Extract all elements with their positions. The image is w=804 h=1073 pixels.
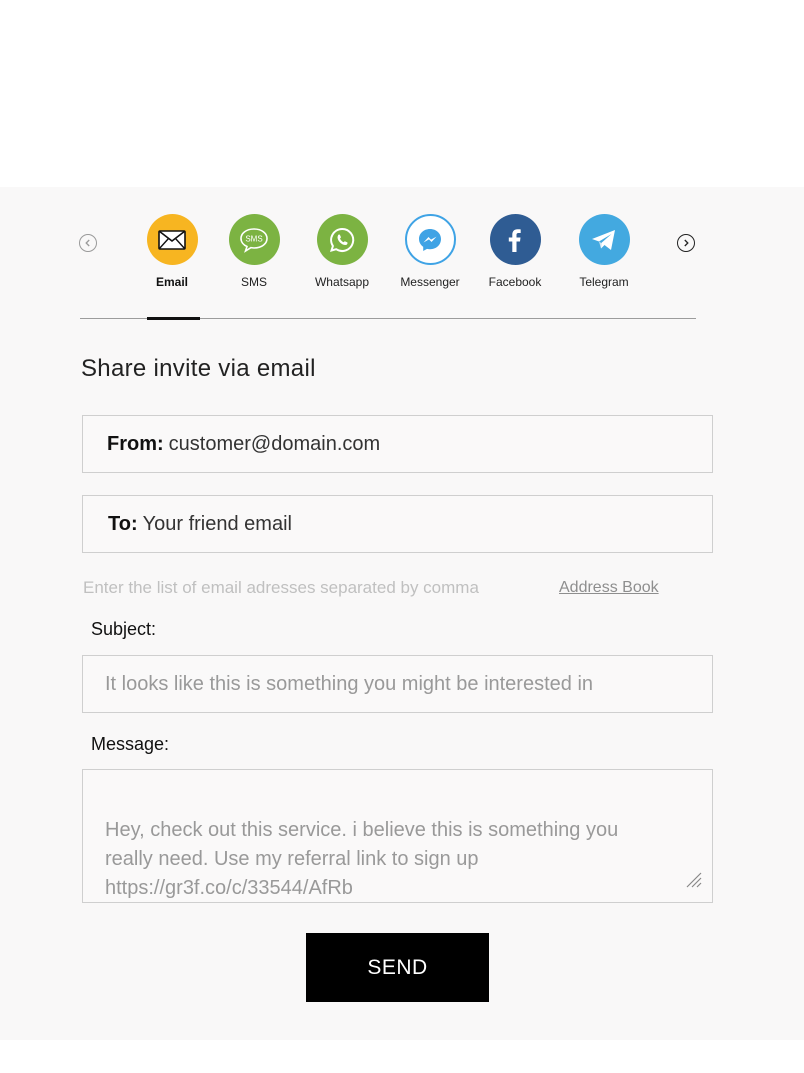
- message-text: Hey, check out this service. i believe t…: [105, 819, 619, 899]
- share-panel: Email SMS SMS Whatsapp Messenger Faceboo…: [0, 187, 804, 1040]
- page-title: Share invite via email: [81, 355, 316, 382]
- message-textarea[interactable]: Hey, check out this service. i believe t…: [82, 769, 713, 903]
- telegram-icon: [578, 214, 630, 265]
- messenger-icon: [404, 214, 456, 265]
- active-tab-indicator: [147, 317, 200, 320]
- facebook-icon: [489, 214, 541, 265]
- channel-label: Whatsapp: [314, 275, 370, 289]
- channel-label: SMS: [240, 275, 267, 289]
- channel-telegram[interactable]: Telegram: [559, 214, 649, 289]
- channel-email[interactable]: Email: [127, 214, 217, 289]
- message-label: Message:: [91, 734, 170, 754]
- resize-grip-icon[interactable]: [684, 870, 702, 888]
- sms-icon-text: SMS: [245, 234, 262, 243]
- channel-whatsapp[interactable]: Whatsapp: [297, 214, 387, 289]
- from-field[interactable]: From: customer@domain.com: [82, 415, 713, 473]
- whatsapp-icon: [316, 214, 368, 265]
- send-button[interactable]: SEND: [306, 933, 489, 1002]
- channel-label: Facebook: [488, 275, 542, 289]
- channel-label: Messenger: [400, 275, 460, 289]
- next-arrow-icon[interactable]: [677, 234, 695, 252]
- to-label: To:: [108, 512, 138, 535]
- to-placeholder: Your friend email: [142, 512, 292, 535]
- subject-input[interactable]: It looks like this is something you migh…: [82, 655, 713, 713]
- envelope-icon: [146, 214, 198, 265]
- from-label: From:: [107, 432, 164, 455]
- from-value: customer@domain.com: [168, 432, 381, 455]
- channel-sms[interactable]: SMS SMS: [209, 214, 299, 289]
- subject-label: Subject:: [91, 619, 157, 639]
- sms-bubble-icon: SMS: [228, 214, 280, 265]
- channel-label: Email: [155, 275, 188, 289]
- address-book-link[interactable]: Address Book: [559, 579, 659, 597]
- to-field[interactable]: To: Your friend email: [82, 495, 713, 553]
- channel-label: Telegram: [579, 275, 629, 289]
- prev-arrow-icon[interactable]: [79, 234, 97, 252]
- channel-messenger[interactable]: Messenger: [385, 214, 475, 289]
- email-hint: Enter the list of email adresses separat…: [83, 578, 479, 597]
- channel-facebook[interactable]: Facebook: [470, 214, 560, 289]
